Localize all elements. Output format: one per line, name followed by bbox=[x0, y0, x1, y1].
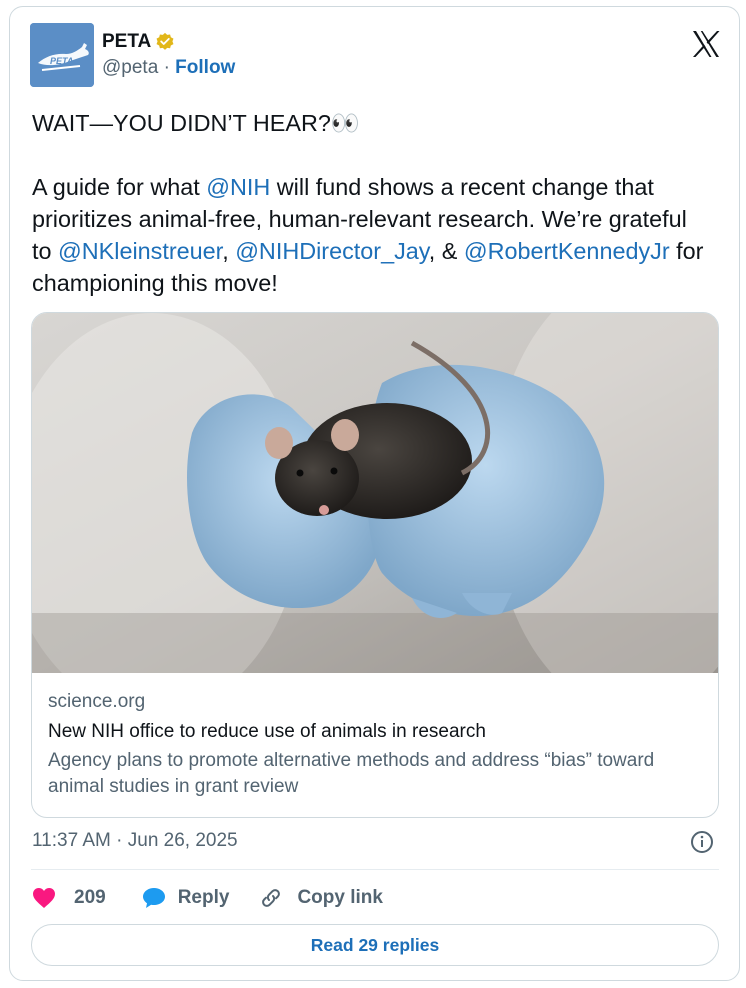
tweet-header: PETA PETA @peta · Follow bbox=[30, 23, 721, 87]
link-preview-image[interactable] bbox=[32, 313, 719, 673]
divider bbox=[31, 869, 719, 870]
mention-nih[interactable]: @NIH bbox=[206, 174, 270, 200]
link-icon bbox=[262, 889, 281, 907]
link-title: New NIH office to reduce use of animals … bbox=[48, 721, 486, 742]
tweet-card: PETA PETA @peta · Follow WAIT—YOU DIDN’T… bbox=[9, 6, 740, 981]
eyes-emoji-icon: 👀 bbox=[330, 110, 361, 136]
body-text: A guide for what bbox=[32, 174, 207, 200]
handle-separator: · bbox=[163, 57, 170, 78]
display-name[interactable]: PETA bbox=[102, 31, 151, 53]
handle-line: @peta · Follow bbox=[102, 57, 235, 79]
tweet-text: WAIT—YOU DIDN’T HEAR?👀 A guide for what … bbox=[32, 107, 712, 299]
copy-link-button[interactable]: Copy link bbox=[259, 886, 383, 910]
avatar[interactable]: PETA bbox=[30, 23, 94, 87]
info-icon[interactable] bbox=[690, 830, 714, 854]
link-description: Agency plans to promote alternative meth… bbox=[48, 750, 655, 797]
name-line: PETA bbox=[102, 31, 175, 53]
tweet-body: A guide for what @NIH will fund shows a … bbox=[32, 171, 712, 299]
link-preview-meta: science.org New NIH office to reduce use… bbox=[48, 688, 698, 800]
reply-label: Reply bbox=[177, 887, 230, 908]
reply-button[interactable]: Reply bbox=[142, 886, 230, 910]
copy-link-label: Copy link bbox=[297, 887, 383, 908]
link-preview-card[interactable]: science.org New NIH office to reduce use… bbox=[31, 312, 719, 818]
follow-button[interactable]: Follow bbox=[175, 57, 235, 78]
reply-bubble-icon bbox=[142, 888, 165, 908]
heart-icon bbox=[33, 888, 55, 908]
body-text: , & bbox=[428, 238, 464, 264]
link-domain: science.org bbox=[48, 691, 146, 712]
headline-text: WAIT—YOU DIDN’T HEAR? bbox=[32, 110, 331, 136]
handle[interactable]: @peta bbox=[102, 57, 158, 78]
peta-logo-icon: PETA bbox=[30, 23, 94, 87]
x-logo-icon[interactable] bbox=[691, 29, 721, 59]
tweet-timestamp[interactable]: 11:37 AM · Jun 26, 2025 bbox=[32, 830, 238, 852]
mention-nkleinstreuer[interactable]: @NKleinstreuer bbox=[58, 238, 222, 264]
tweet-actions: 209 Reply Copy link bbox=[32, 881, 383, 915]
like-count: 209 bbox=[74, 887, 106, 908]
tweet-headline: WAIT—YOU DIDN’T HEAR?👀 bbox=[32, 107, 712, 139]
avatar-text: PETA bbox=[50, 56, 73, 66]
verified-badge-icon bbox=[156, 32, 174, 50]
read-replies-button[interactable]: Read 29 replies bbox=[31, 924, 719, 966]
mention-nihdirector-jay[interactable]: @NIHDirector_Jay bbox=[235, 238, 429, 264]
mention-robertkennedyjr[interactable]: @RobertKennedyJr bbox=[464, 238, 670, 264]
like-button[interactable]: 209 bbox=[32, 887, 106, 909]
body-text: , bbox=[222, 238, 236, 264]
